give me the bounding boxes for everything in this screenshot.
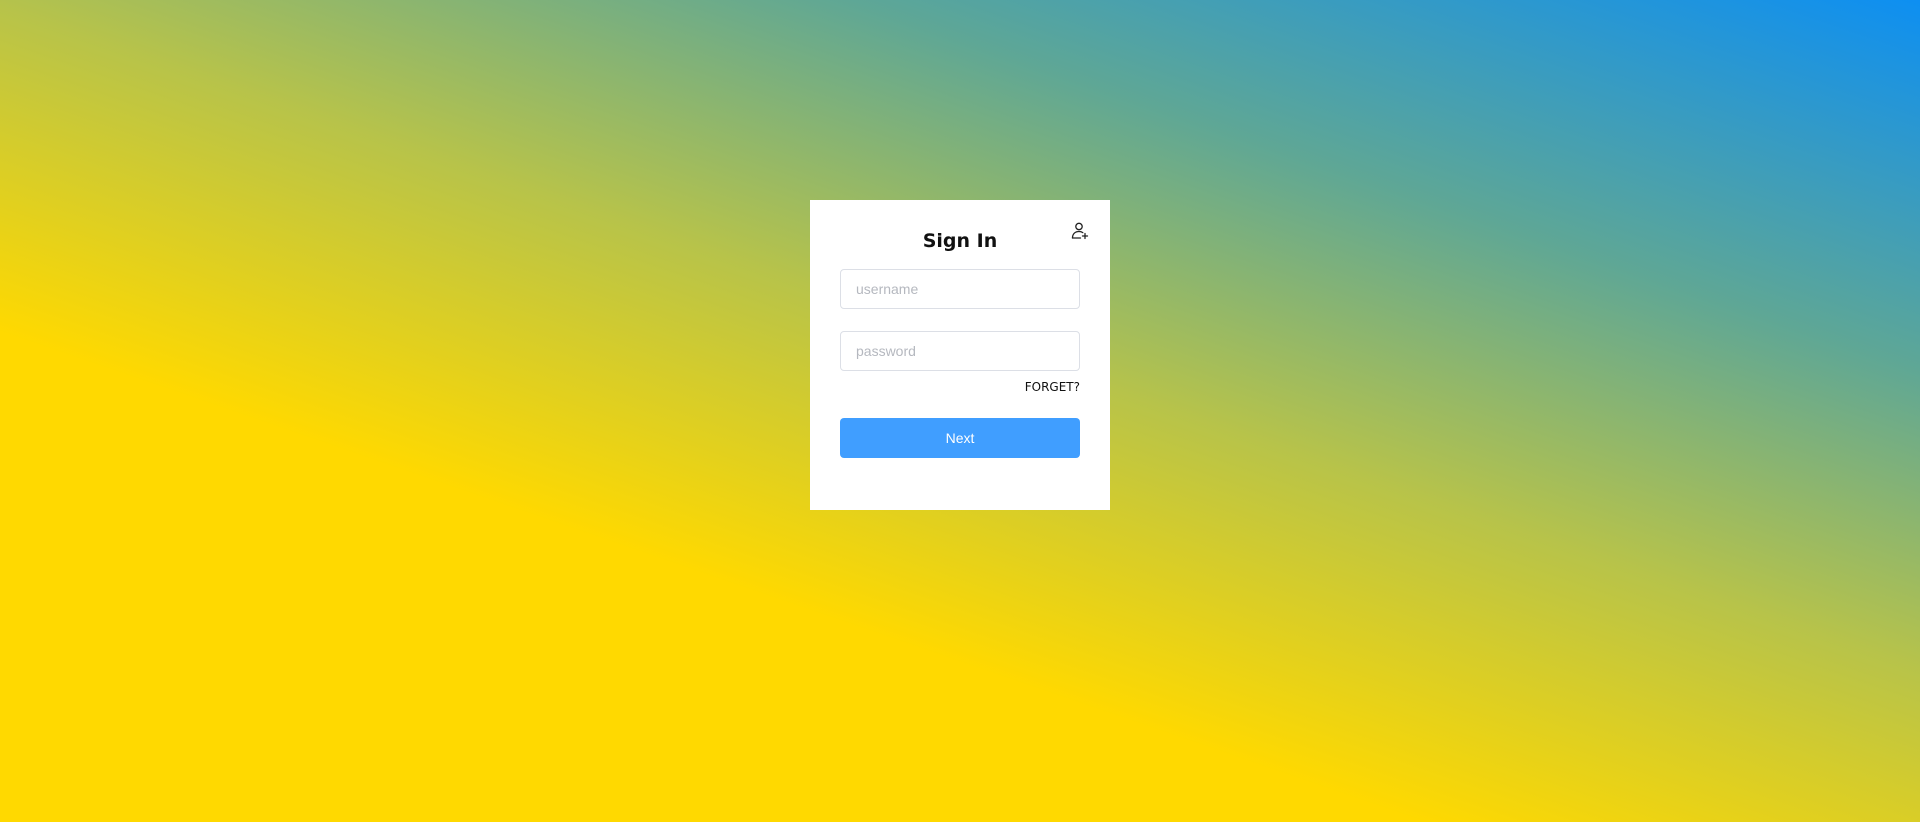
forget-password-link[interactable]: FORGET? — [1025, 380, 1080, 394]
password-input[interactable] — [840, 331, 1080, 371]
add-user-icon[interactable] — [1070, 221, 1090, 241]
login-page: Sign In FORGET? Next — [0, 0, 1920, 822]
login-card: Sign In FORGET? Next — [810, 200, 1110, 510]
page-title: Sign In — [922, 230, 998, 252]
username-input[interactable] — [840, 269, 1080, 309]
next-button[interactable]: Next — [840, 418, 1080, 458]
